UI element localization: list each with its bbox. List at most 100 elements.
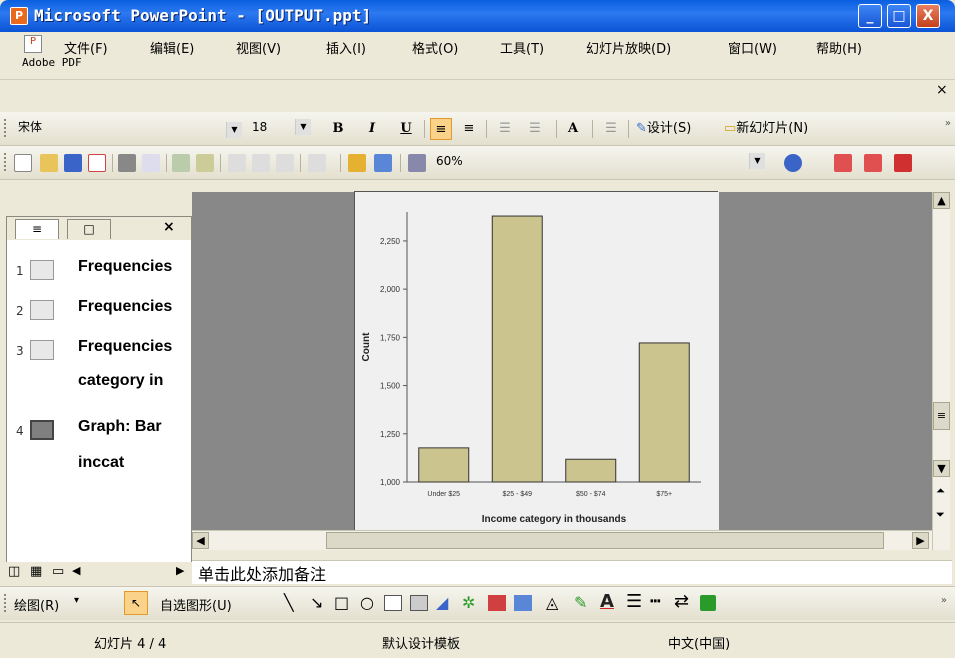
cut-icon[interactable] bbox=[228, 154, 246, 172]
slide-thumbnail-icon[interactable] bbox=[30, 260, 54, 280]
copy-icon[interactable] bbox=[252, 154, 270, 172]
slide-thumbnail-icon[interactable] bbox=[30, 300, 54, 320]
document-icon[interactable]: P bbox=[24, 35, 42, 53]
scroll-thumb[interactable] bbox=[326, 532, 884, 549]
research-icon[interactable] bbox=[196, 154, 214, 172]
menu-slideshow[interactable]: 幻灯片放映(D) bbox=[586, 38, 671, 57]
menu-tools[interactable]: 工具(T) bbox=[500, 38, 544, 57]
grow-font-button[interactable]: A bbox=[562, 118, 584, 140]
toolbar-grip[interactable] bbox=[4, 153, 7, 171]
zoom-combo[interactable]: 60% ▼ bbox=[432, 152, 766, 172]
toolbar-grip[interactable] bbox=[4, 119, 7, 137]
new-slide-button[interactable]: ▭新幻灯片(N) bbox=[724, 118, 824, 140]
rectangle-tool-icon[interactable]: □ bbox=[334, 593, 349, 612]
permission-icon[interactable] bbox=[88, 154, 106, 172]
toolbar-grip[interactable] bbox=[4, 594, 7, 612]
vertical-textbox-icon[interactable] bbox=[410, 595, 428, 611]
format-painter-icon[interactable] bbox=[276, 154, 294, 172]
menu-file[interactable]: 文件(F) bbox=[64, 38, 108, 57]
tab-outline[interactable]: ≡ bbox=[15, 219, 59, 239]
wordart-icon[interactable]: ◢ bbox=[436, 593, 448, 612]
scroll-thumb[interactable]: ≡ bbox=[933, 402, 950, 430]
scroll-left-icon[interactable]: ◀ bbox=[192, 532, 209, 549]
indent-button[interactable]: ☰ bbox=[600, 118, 622, 140]
menu-edit[interactable]: 编辑(E) bbox=[150, 38, 194, 57]
scroll-up-icon[interactable]: ▲ bbox=[933, 192, 950, 209]
align-center-button[interactable]: ≡ bbox=[458, 118, 480, 140]
diagram-icon[interactable]: ✲ bbox=[462, 593, 475, 612]
shadow-style-icon[interactable] bbox=[700, 595, 716, 611]
line-color-icon[interactable]: ✎ bbox=[574, 593, 587, 612]
picture-icon[interactable] bbox=[514, 595, 532, 611]
help-icon[interactable] bbox=[784, 154, 802, 172]
pdf-icon[interactable] bbox=[834, 154, 852, 172]
slide-sorter-icon[interactable]: ▦ bbox=[30, 564, 42, 579]
dash-style-icon[interactable]: ┅ bbox=[650, 591, 661, 612]
font-color-icon[interactable]: A bbox=[600, 591, 614, 612]
toolbar-options-icon[interactable]: » bbox=[941, 595, 947, 606]
print-icon[interactable] bbox=[118, 154, 136, 172]
open-folder-icon[interactable] bbox=[40, 154, 58, 172]
outline-item[interactable]: Frequencies bbox=[78, 298, 190, 316]
arrow-style-icon[interactable]: ⇄ bbox=[674, 591, 689, 612]
arrow-tool-icon[interactable]: ↘ bbox=[310, 593, 323, 612]
line-style-icon[interactable]: ☰ bbox=[626, 591, 642, 612]
save-icon[interactable] bbox=[64, 154, 82, 172]
numbering-button[interactable]: ☰ bbox=[494, 118, 516, 140]
spelling-icon[interactable] bbox=[172, 154, 190, 172]
previous-slide-icon[interactable]: ⏶ bbox=[936, 484, 945, 498]
maximize-button[interactable]: □ bbox=[887, 4, 911, 28]
outline-item[interactable]: Frequencies bbox=[78, 338, 190, 356]
close-button[interactable]: X bbox=[916, 4, 940, 28]
font-size-combo[interactable]: 18 ▼ bbox=[248, 118, 312, 138]
design-button[interactable]: ✎设计(S) bbox=[636, 118, 714, 140]
scroll-down-icon[interactable]: ▼ bbox=[933, 460, 950, 477]
insert-chart-icon[interactable] bbox=[348, 154, 366, 172]
textbox-tool-icon[interactable] bbox=[384, 595, 402, 611]
new-document-icon[interactable] bbox=[14, 154, 32, 172]
fill-color-icon[interactable]: ◬ bbox=[546, 593, 558, 612]
slideshow-icon[interactable]: ▭ bbox=[52, 564, 64, 579]
pane-close-icon[interactable]: × bbox=[163, 219, 175, 235]
autoshapes-menu-button[interactable]: 自选图形(U) bbox=[160, 595, 232, 614]
menu-adobe-pdf[interactable]: Adobe PDF bbox=[22, 56, 82, 69]
slide-thumbnail-icon[interactable] bbox=[30, 340, 54, 360]
bar[interactable] bbox=[418, 447, 470, 483]
menu-close-icon[interactable]: × bbox=[936, 82, 948, 98]
outline-item[interactable]: Graph: Bar bbox=[78, 418, 190, 436]
bar[interactable] bbox=[565, 458, 617, 483]
bar[interactable] bbox=[638, 342, 690, 483]
undo-icon[interactable] bbox=[308, 154, 326, 172]
next-slide-icon[interactable]: ⏷ bbox=[936, 508, 945, 522]
powerpoint-icon[interactable]: P bbox=[10, 7, 28, 25]
tab-slides[interactable]: □ bbox=[67, 219, 111, 239]
slide-thumbnail-icon[interactable] bbox=[30, 420, 54, 440]
bar[interactable] bbox=[491, 215, 543, 483]
bullets-button[interactable]: ☰ bbox=[524, 118, 546, 140]
toolbar-options-icon[interactable]: » bbox=[945, 118, 951, 129]
oval-tool-icon[interactable]: ○ bbox=[360, 593, 374, 612]
menu-format[interactable]: 格式(O) bbox=[412, 38, 458, 57]
menu-view[interactable]: 视图(V) bbox=[236, 38, 281, 57]
scroll-right-icon[interactable]: ▶ bbox=[176, 564, 184, 577]
outline-item-continuation[interactable]: inccat bbox=[78, 454, 190, 472]
font-name-combo[interactable]: 宋体 bbox=[14, 116, 230, 136]
pdf-email-icon[interactable] bbox=[864, 154, 882, 172]
bold-button[interactable]: B bbox=[328, 118, 348, 140]
vertical-scrollbar[interactable]: ▲ ≡ ▼ ⏶ ⏷ bbox=[932, 192, 950, 550]
font-name-dropdown[interactable]: ▼ bbox=[226, 122, 244, 138]
draw-menu-button[interactable]: 绘图(R) bbox=[14, 595, 59, 614]
minimize-button[interactable]: _ bbox=[858, 4, 882, 28]
pdf-review-icon[interactable] bbox=[894, 154, 912, 172]
outline-item[interactable]: Frequencies bbox=[78, 258, 190, 276]
scroll-left-icon[interactable]: ◀ bbox=[72, 564, 80, 577]
grid-icon[interactable] bbox=[408, 154, 426, 172]
notes-pane[interactable]: 单击此处添加备注 bbox=[192, 560, 952, 584]
normal-view-icon[interactable]: ◫ bbox=[8, 564, 20, 579]
clipart-icon[interactable] bbox=[488, 595, 506, 611]
menu-insert[interactable]: 插入(I) bbox=[326, 38, 366, 57]
insert-table-icon[interactable] bbox=[374, 154, 392, 172]
bar-chart[interactable]: 1,000 1,250 1,500 1,750 2,000 2,250 Under $25 $… bbox=[355, 192, 719, 532]
slide-canvas[interactable]: 1,000 1,250 1,500 1,750 2,000 2,250 Under $25 $… bbox=[354, 191, 719, 532]
align-left-button[interactable]: ≡ bbox=[430, 118, 452, 140]
